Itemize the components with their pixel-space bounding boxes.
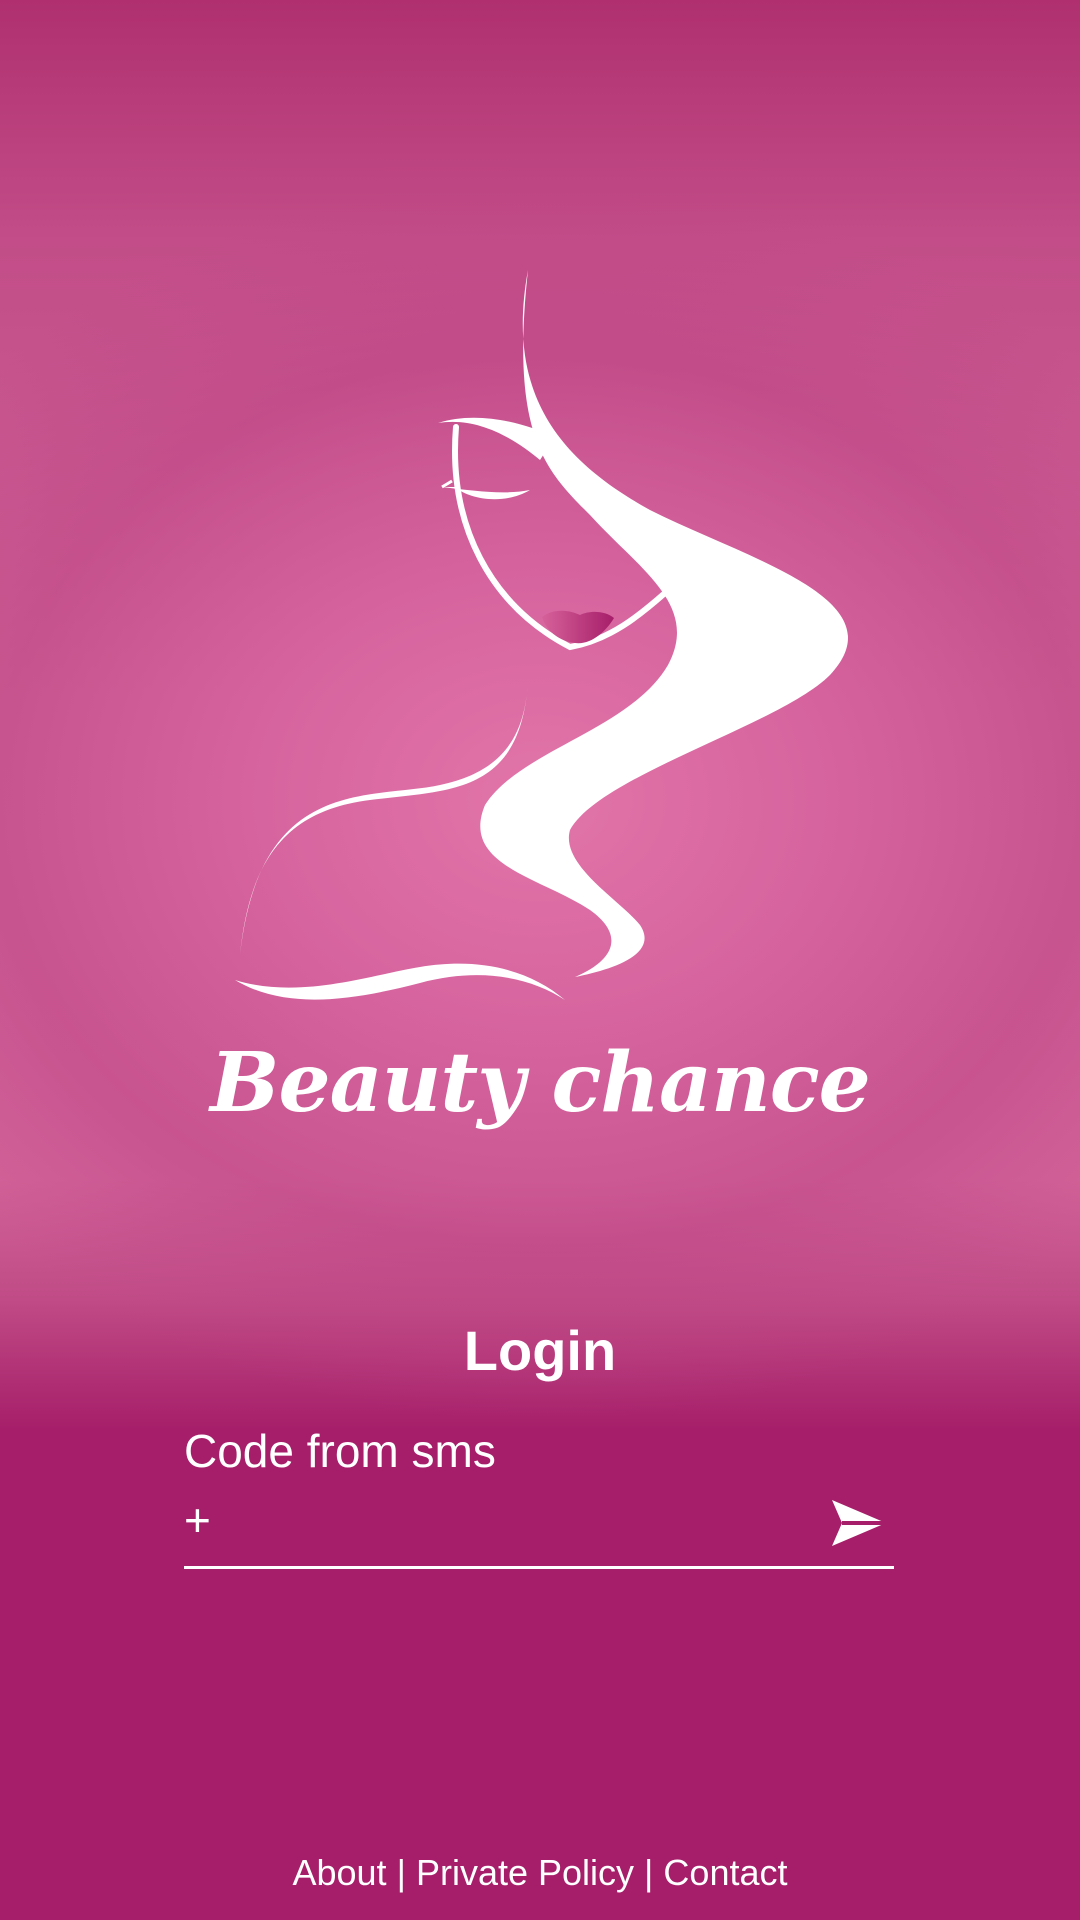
login-title: Login	[463, 1319, 617, 1382]
privacy-policy-link[interactable]: Private Policy	[416, 1852, 634, 1893]
sms-code-field: +	[184, 1490, 894, 1569]
brand-name: Beauty chance	[210, 1035, 871, 1131]
code-from-sms-label: Code from sms	[184, 1425, 496, 1477]
footer-separator: |	[396, 1852, 406, 1893]
sms-code-input[interactable]	[224, 1496, 788, 1552]
phone-prefix: +	[184, 1494, 211, 1546]
about-link[interactable]: About	[292, 1852, 386, 1893]
send-button[interactable]	[830, 1498, 888, 1548]
contact-link[interactable]: Contact	[663, 1852, 787, 1893]
footer-separator: |	[644, 1852, 654, 1893]
footer-links: About | Private Policy | Contact	[0, 1852, 1080, 1894]
send-arrow-icon	[832, 1500, 886, 1546]
woman-silhouette-logo	[235, 270, 848, 1000]
